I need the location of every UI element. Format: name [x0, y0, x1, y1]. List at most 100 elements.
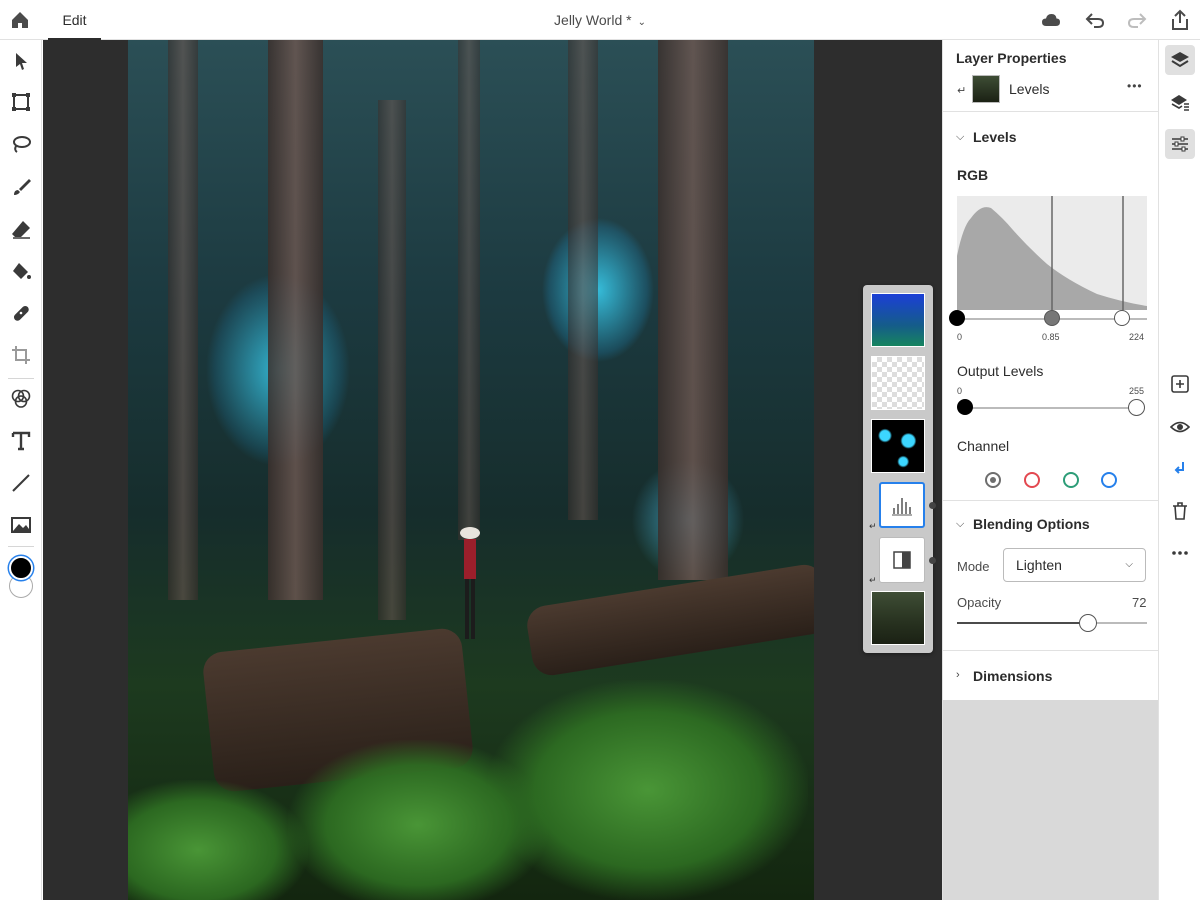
lasso-tool-icon[interactable] — [10, 133, 32, 155]
panel-title: Layer Properties — [956, 50, 1067, 66]
sliders-icon — [1172, 136, 1188, 152]
brush-tool-icon[interactable] — [10, 176, 32, 198]
fern — [128, 780, 308, 900]
tree-trunk — [658, 40, 728, 580]
layer-thumb-black-white[interactable] — [879, 537, 925, 583]
chevron-down-icon[interactable]: ⌵ — [956, 131, 964, 144]
tab-edit[interactable]: Edit — [48, 0, 101, 40]
layer-thumb-jellyfish[interactable] — [871, 419, 925, 473]
input-white-value: 224 — [1129, 332, 1145, 342]
visibility-eye-icon[interactable] — [1170, 417, 1190, 437]
output-levels-track — [965, 407, 1139, 409]
dimensions-title[interactable]: Dimensions — [973, 668, 1052, 684]
divider — [943, 111, 1159, 112]
document-title-menu[interactable]: Jelly World * ⌄ — [520, 0, 680, 40]
transform-tool-icon[interactable] — [10, 91, 32, 113]
layer-stack-icon — [1171, 95, 1189, 111]
blending-options-title[interactable]: Blending Options — [973, 516, 1090, 532]
foreground-color-swatch[interactable] — [9, 556, 33, 580]
opacity-handle[interactable] — [1079, 614, 1097, 632]
input-gamma-handle[interactable] — [1044, 310, 1060, 326]
layer-name: Levels — [1009, 81, 1050, 97]
layer-thumb-levels-selected[interactable] — [879, 482, 925, 528]
layer-thumb-transparent[interactable] — [871, 356, 925, 410]
layer-mask-dot — [929, 557, 936, 564]
chevron-down-icon[interactable]: ⌵ — [956, 518, 964, 531]
output-white-value: 255 — [1129, 386, 1145, 396]
document-canvas-image[interactable] — [128, 40, 814, 900]
channel-label: Channel — [957, 438, 1010, 454]
layer-mask-dot — [929, 502, 936, 509]
more-options-icon[interactable] — [1170, 543, 1190, 563]
tree-trunk — [378, 100, 406, 620]
histogram-graph — [957, 196, 1147, 310]
channel-red-radio[interactable] — [1024, 472, 1040, 488]
levels-section-title[interactable]: Levels — [973, 129, 1017, 145]
clipping-arrow-icon: ↵ — [869, 575, 877, 585]
layer-thumb-forest[interactable] — [871, 591, 925, 645]
place-image-tool-icon[interactable] — [10, 514, 32, 536]
channel-blue-radio[interactable] — [1101, 472, 1117, 488]
home-icon[interactable] — [9, 9, 31, 31]
canvas-area[interactable] — [43, 40, 942, 900]
fern — [288, 740, 548, 900]
blend-mode-value: Lighten — [1016, 557, 1062, 573]
tools-divider — [8, 546, 34, 547]
opacity-track-filled — [957, 622, 1087, 624]
clipping-mask-icon[interactable] — [1170, 459, 1190, 479]
clipping-arrow-icon: ↵ — [869, 521, 877, 531]
levels-adjustment-icon — [892, 498, 912, 516]
input-black-handle[interactable] — [949, 310, 965, 326]
redo-icon[interactable] — [1126, 9, 1148, 31]
move-tool-icon[interactable] — [10, 50, 32, 72]
levels-histogram — [957, 196, 1147, 310]
trash-icon[interactable] — [1170, 501, 1190, 521]
levels-channel-label: RGB — [957, 167, 989, 183]
blend-mode-dropdown[interactable]: Lighten ⌵ — [1003, 548, 1146, 582]
cloud-icon[interactable] — [1040, 9, 1062, 31]
channel-rgb-radio[interactable] — [985, 472, 1001, 488]
input-gamma-value: 0.85 — [1042, 332, 1060, 342]
layers-button[interactable] — [1165, 45, 1195, 75]
undo-icon[interactable] — [1084, 9, 1106, 31]
more-options-icon[interactable]: ••• — [1127, 79, 1143, 93]
layer-stack-button[interactable] — [1165, 87, 1195, 117]
output-levels-label: Output Levels — [957, 363, 1044, 379]
paint-bucket-tool-icon[interactable] — [10, 260, 32, 282]
divider — [943, 500, 1159, 501]
channel-green-radio[interactable] — [1063, 472, 1079, 488]
layers-icon — [1171, 52, 1189, 68]
share-icon[interactable] — [1169, 9, 1191, 31]
layer-thumb-gradient[interactable] — [871, 293, 925, 347]
selected-dot — [990, 477, 996, 483]
chevron-right-icon[interactable]: › — [956, 669, 960, 681]
opacity-label: Opacity — [957, 595, 1002, 610]
input-black-value: 0 — [957, 332, 963, 342]
layer-properties-panel: Layer Properties ↵ Levels ••• ⌵ Levels R… — [942, 40, 1159, 900]
add-layer-icon[interactable] — [1170, 374, 1190, 394]
input-white-handle[interactable] — [1114, 310, 1130, 326]
right-rail — [1158, 40, 1200, 900]
tree-trunk — [268, 40, 323, 600]
person-figure — [460, 527, 480, 639]
black-white-adjustment-icon — [893, 551, 911, 569]
properties-button[interactable] — [1165, 129, 1195, 159]
healing-tool-icon[interactable] — [10, 302, 32, 324]
eraser-tool-icon[interactable] — [10, 218, 32, 240]
line-tool-icon[interactable] — [10, 472, 32, 494]
opacity-value[interactable]: 72 — [1132, 595, 1146, 610]
output-white-handle[interactable] — [1128, 399, 1145, 416]
tree-trunk — [568, 40, 598, 520]
output-black-value: 0 — [957, 386, 963, 396]
type-tool-icon[interactable] — [10, 430, 32, 452]
chevron-down-icon: ⌄ — [637, 17, 646, 28]
panel-empty-area — [943, 700, 1159, 900]
adjustments-tool-icon[interactable] — [10, 388, 32, 410]
tree-trunk — [168, 40, 198, 600]
output-black-handle[interactable] — [957, 399, 973, 415]
tools-divider — [8, 378, 34, 379]
crop-tool-icon[interactable] — [10, 344, 32, 366]
layers-thumbnail-panel: ↵ ↵ — [863, 285, 936, 653]
clipping-indicator-icon: ↵ — [957, 85, 967, 97]
tools-panel — [0, 40, 42, 900]
